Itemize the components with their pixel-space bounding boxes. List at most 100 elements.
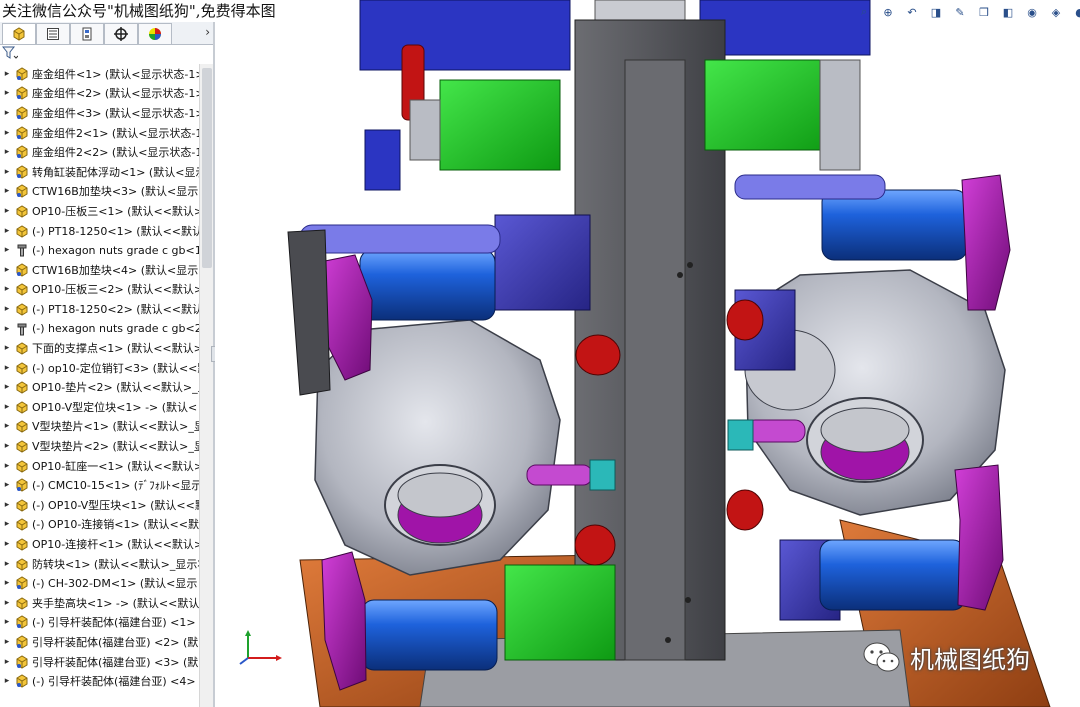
- tree-item[interactable]: ▸ V型块垫片<1> (默认<<默认>_显: [0, 417, 214, 437]
- tab-dimxpert-manager[interactable]: [104, 23, 138, 44]
- previous-view-icon[interactable]: ↶: [903, 4, 921, 20]
- tree-item[interactable]: ▸ (-) PT18-1250<1> (默认<<默认: [0, 221, 214, 241]
- tab-configuration-manager[interactable]: [70, 23, 104, 44]
- tree-item[interactable]: ▸ 座金组件<2> (默认<显示状态-1>: [0, 84, 214, 104]
- tree-item[interactable]: ▸ V型块垫片<2> (默认<<默认>_显: [0, 436, 214, 456]
- expand-arrow-icon[interactable]: ▸: [0, 382, 14, 392]
- hide-show-icon[interactable]: ◉: [1023, 4, 1041, 20]
- expand-arrow-icon[interactable]: ▸: [0, 637, 14, 647]
- expand-arrow-icon[interactable]: ▸: [0, 265, 14, 275]
- tree-item[interactable]: ▸ (-) hexagon nuts grade c gb<2: [0, 319, 214, 339]
- tree-item[interactable]: ▸ (-) hexagon nuts grade c gb<1: [0, 240, 214, 260]
- scrollbar-thumb[interactable]: [202, 68, 212, 268]
- expand-arrow-icon[interactable]: ▸: [0, 69, 14, 79]
- expand-arrow-icon[interactable]: ▸: [0, 186, 14, 196]
- tree-item[interactable]: ▸ 座金组件2<1> (默认<显示状态-1: [0, 123, 214, 143]
- tree-item[interactable]: ▸ OP10-缸座一<1> (默认<<默认>: [0, 456, 214, 476]
- tree-item[interactable]: ▸ (-) CMC10-15<1> (ﾃﾞﾌｫﾙﾄ<显示: [0, 475, 214, 495]
- expand-arrow-icon[interactable]: ▸: [0, 617, 14, 627]
- tree-item[interactable]: ▸ (-) OP10-V型压块<1> (默认<<默: [0, 495, 214, 515]
- assembly-icon: [14, 478, 29, 492]
- tree-item[interactable]: ▸ 防转块<1> (默认<<默认>_显示状: [0, 554, 214, 574]
- expand-arrow-icon[interactable]: ▸: [0, 206, 14, 216]
- tree-item[interactable]: ▸ 座金组件<3> (默认<显示状态-1>: [0, 103, 214, 123]
- tree-item[interactable]: ▸ OP10-V型定位块<1> -> (默认<: [0, 397, 214, 417]
- expand-arrow-icon[interactable]: ▸: [0, 461, 14, 471]
- expand-arrow-icon[interactable]: ▸: [0, 578, 14, 588]
- tree-item[interactable]: ▸ 转角缸装配体浮动<1> (默认<显示: [0, 162, 214, 182]
- tab-feature-tree[interactable]: [2, 23, 36, 44]
- assembly-icon: [14, 674, 29, 688]
- tree-item[interactable]: ▸ (-) 引导杆装配体(福建台亚) <1>: [0, 613, 214, 633]
- expand-arrow-icon[interactable]: ▸: [0, 88, 14, 98]
- expand-arrow-icon[interactable]: ▸: [0, 421, 14, 431]
- expand-arrow-icon[interactable]: ▸: [0, 324, 14, 334]
- display-style-icon[interactable]: ◧: [999, 4, 1017, 20]
- dimxpert-icon: [114, 27, 128, 41]
- expand-arrow-icon[interactable]: ▸: [0, 343, 14, 353]
- tree-item[interactable]: ▸ CTW16B加垫块<3> (默认<显示: [0, 182, 214, 202]
- expand-arrow-icon[interactable]: ▸: [0, 167, 14, 177]
- expand-arrow-icon[interactable]: ▸: [0, 657, 14, 667]
- tab-display-manager[interactable]: [138, 23, 172, 44]
- tree-item[interactable]: ▸ OP10-压板三<1> (默认<<默认>: [0, 201, 214, 221]
- expand-arrow-icon[interactable]: ▸: [0, 304, 14, 314]
- tree-item[interactable]: ▸ OP10-压板三<2> (默认<<默认>: [0, 280, 214, 300]
- part-icon: [14, 498, 29, 512]
- tree-item[interactable]: ▸ 引导杆装配体(福建台亚) <2> (默: [0, 632, 214, 652]
- tree-item[interactable]: ▸ 座金组件<1> (默认<显示状态-1>: [0, 64, 214, 84]
- graphics-area[interactable]: ⌕ ⊕ ↶ ◨ ✎ ❒ ◧ ◉ ◈ ◐ ▭ 机械图纸狗: [215, 0, 1080, 707]
- expand-arrow-icon[interactable]: ▸: [0, 226, 14, 236]
- expand-arrow-icon[interactable]: ▸: [0, 441, 14, 451]
- expand-arrow-icon[interactable]: ▸: [0, 147, 14, 157]
- tree-item[interactable]: ▸ CTW16B加垫块<4> (默认<显示: [0, 260, 214, 280]
- tree-item-label: V型块垫片<1> (默认<<默认>_显: [32, 420, 205, 434]
- zoom-to-fit-icon[interactable]: ⌕: [855, 4, 873, 20]
- view-orientation-icon[interactable]: ❒: [975, 4, 993, 20]
- tree-item[interactable]: ▸ (-) CH-302-DM<1> (默认<显示: [0, 573, 214, 593]
- expand-arrow-icon[interactable]: ▸: [0, 676, 14, 686]
- tree-item[interactable]: ▸ 下面的支撑点<1> (默认<<默认>: [0, 338, 214, 358]
- edit-appearance-icon[interactable]: ◈: [1047, 4, 1065, 20]
- expand-arrow-icon[interactable]: ▸: [0, 128, 14, 138]
- expand-arrow-icon[interactable]: ▸: [0, 402, 14, 412]
- part-icon: [14, 282, 29, 296]
- expand-arrow-icon[interactable]: ▸: [0, 598, 14, 608]
- tree-item[interactable]: ▸ (-) 引导杆装配体(福建台亚) <4>: [0, 671, 214, 691]
- tabs-scroll-right-icon[interactable]: ›: [205, 25, 210, 39]
- assembly-icon: [14, 125, 29, 140]
- tree-item-label: CTW16B加垫块<4> (默认<显示: [32, 263, 199, 277]
- tree-scrollbar[interactable]: [199, 64, 214, 707]
- tree-item[interactable]: ▸ 座金组件2<2> (默认<显示状态-1: [0, 142, 214, 162]
- tab-property-manager[interactable]: [36, 23, 70, 44]
- tree-item-label: 下面的支撑点<1> (默认<<默认>: [32, 342, 203, 356]
- tree-item-label: 引导杆装配体(福建台亚) <2> (默: [32, 636, 199, 650]
- expand-arrow-icon[interactable]: ▸: [0, 108, 14, 118]
- dynamic-annotation-icon[interactable]: ✎: [951, 4, 969, 20]
- assembly-icon: [14, 263, 29, 277]
- tree-item[interactable]: ▸ OP10-连接杆<1> (默认<<默认>: [0, 534, 214, 554]
- expand-arrow-icon[interactable]: ▸: [0, 539, 14, 549]
- tree-item-label: 座金组件<2> (默认<显示状态-1>: [32, 87, 205, 101]
- tree-item-label: 引导杆装配体(福建台亚) <3> (默: [32, 655, 199, 669]
- tree-item[interactable]: ▸ (-) PT18-1250<2> (默认<<默认: [0, 299, 214, 319]
- filter-icon[interactable]: [1, 46, 19, 64]
- tree-item[interactable]: ▸ 引导杆装配体(福建台亚) <3> (默: [0, 652, 214, 672]
- tree-item[interactable]: ▸ OP10-垫片<2> (默认<<默认>_显: [0, 378, 214, 398]
- expand-arrow-icon[interactable]: ▸: [0, 480, 14, 490]
- expand-arrow-icon[interactable]: ▸: [0, 559, 14, 569]
- tree-item-label: 座金组件<3> (默认<显示状态-1>: [32, 106, 205, 120]
- tree-item[interactable]: ▸ 夹手垫高块<1> -> (默认<<默认: [0, 593, 214, 613]
- zoom-area-icon[interactable]: ⊕: [879, 4, 897, 20]
- section-view-icon[interactable]: ◨: [927, 4, 945, 20]
- expand-arrow-icon[interactable]: ▸: [0, 245, 14, 255]
- tree-item[interactable]: ▸ (-) OP10-连接销<1> (默认<<默认: [0, 515, 214, 535]
- expand-arrow-icon[interactable]: ▸: [0, 519, 14, 529]
- expand-arrow-icon[interactable]: ▸: [0, 284, 14, 294]
- expand-arrow-icon[interactable]: ▸: [0, 363, 14, 373]
- tree-item[interactable]: ▸ (-) op10-定位销钉<3> (默认<<默: [0, 358, 214, 378]
- apply-scene-icon[interactable]: ◐: [1071, 4, 1080, 20]
- expand-arrow-icon[interactable]: ▸: [0, 500, 14, 510]
- tree-item-label: 转角缸装配体浮动<1> (默认<显示: [32, 165, 207, 179]
- wechat-icon: [863, 642, 900, 671]
